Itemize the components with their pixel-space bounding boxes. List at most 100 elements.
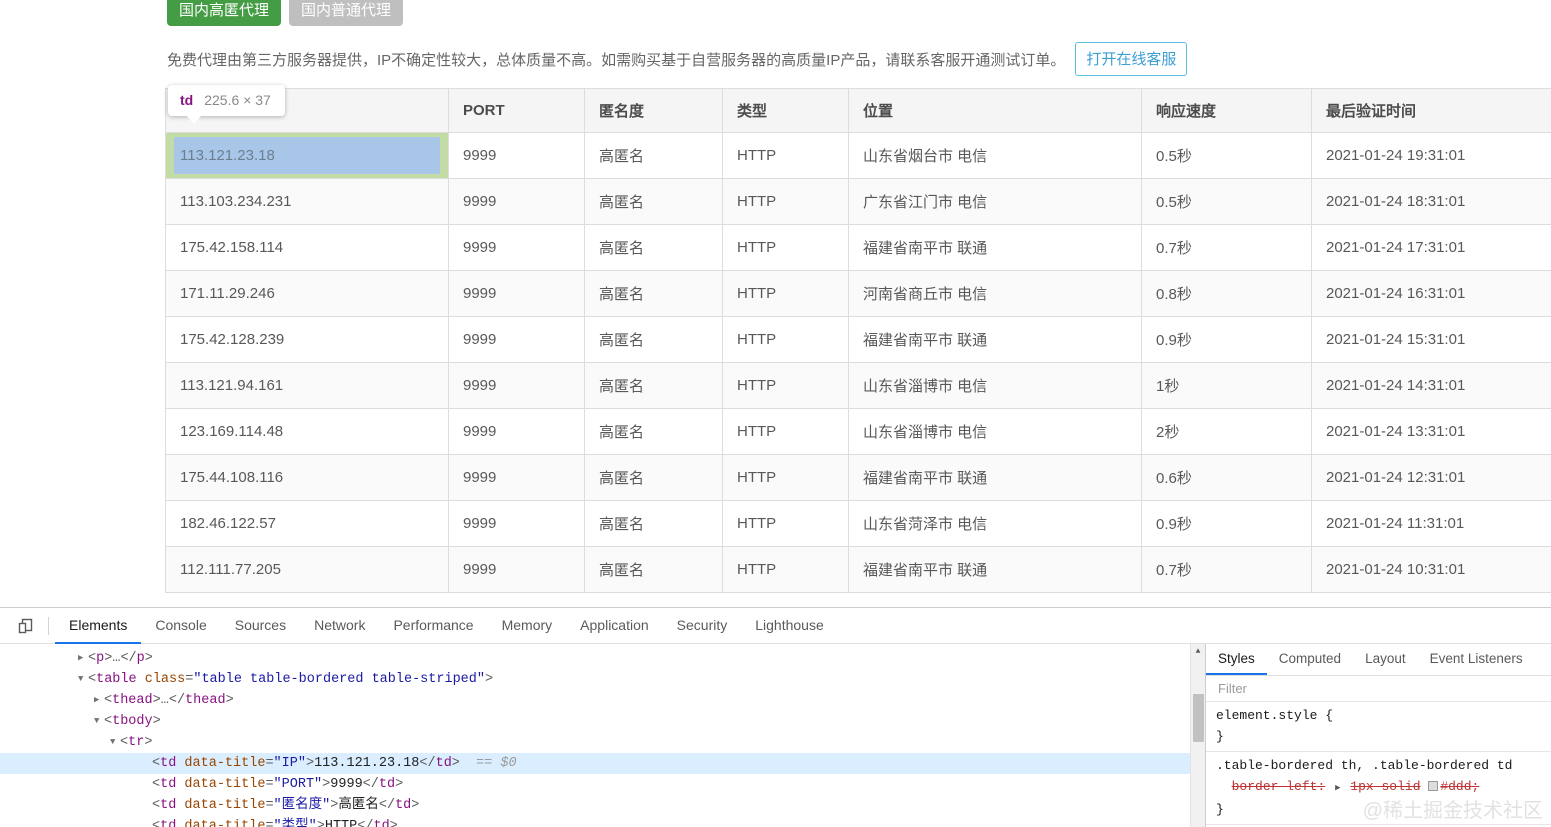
cell-port[interactable]: 9999 bbox=[448, 224, 585, 271]
cell-port[interactable]: 9999 bbox=[448, 408, 585, 455]
collapsed-triangle-icon[interactable]: ▶ bbox=[78, 648, 88, 669]
devtools-tab-sources[interactable]: Sources bbox=[221, 608, 300, 644]
cell-location[interactable]: 河南省商丘市 电信 bbox=[848, 270, 1142, 317]
cell-speed[interactable]: 0.7秒 bbox=[1141, 224, 1312, 271]
cell-verify-time[interactable]: 2021-01-24 16:31:01 bbox=[1311, 270, 1551, 317]
table-row[interactable]: 182.46.122.57 9999 高匿名 HTTP 山东省菏泽市 电信 0.9秒 202… bbox=[165, 500, 1551, 547]
cell-anonymity[interactable]: 高匿名 bbox=[584, 132, 723, 179]
styles-tab-computed[interactable]: Computed bbox=[1267, 644, 1353, 675]
table-row[interactable]: 175.42.158.114 9999 高匿名 HTTP 福建省南平市 联通 0.7秒 20… bbox=[165, 224, 1551, 271]
devtools-tab-memory[interactable]: Memory bbox=[488, 608, 567, 644]
cell-port[interactable]: 9999 bbox=[448, 178, 585, 225]
cell-anonymity[interactable]: 高匿名 bbox=[584, 408, 723, 455]
cell-type[interactable]: HTTP bbox=[722, 132, 849, 179]
cell-speed[interactable]: 0.6秒 bbox=[1141, 454, 1312, 501]
dom-tree-scrollbar[interactable]: ▲ bbox=[1190, 644, 1205, 827]
styles-tab-styles[interactable]: Styles bbox=[1206, 644, 1267, 675]
dom-tree-pane[interactable]: ▶ < p >… </p > ▼ < table class = "table table-bord… bbox=[0, 644, 1205, 827]
table-row[interactable]: 113.121.94.161 9999 高匿名 HTTP 山东省淄博市 电信 1秒 2021… bbox=[165, 362, 1551, 409]
cell-location[interactable]: 福建省南平市 联通 bbox=[848, 454, 1142, 501]
devtools-tab-elements[interactable]: Elements bbox=[55, 608, 142, 644]
cell-verify-time[interactable]: 2021-01-24 19:31:01 bbox=[1311, 132, 1551, 179]
cell-location[interactable]: 福建省南平市 联通 bbox=[848, 546, 1142, 593]
cell-verify-time[interactable]: 2021-01-24 12:31:01 bbox=[1311, 454, 1551, 501]
table-row[interactable]: 175.42.128.239 9999 高匿名 HTTP 福建省南平市 联通 0.9秒 20… bbox=[165, 316, 1551, 363]
collapsed-triangle-icon[interactable]: ▶ bbox=[94, 690, 104, 711]
devtools-tab-network[interactable]: Network bbox=[300, 608, 379, 644]
cell-location[interactable]: 山东省淄博市 电信 bbox=[848, 408, 1142, 455]
cell-port[interactable]: 9999 bbox=[448, 454, 585, 501]
cell-anonymity[interactable]: 高匿名 bbox=[584, 362, 723, 409]
device-toolbar-toggle-icon[interactable] bbox=[8, 612, 44, 640]
cell-location[interactable]: 山东省烟台市 电信 bbox=[848, 132, 1142, 179]
cell-type[interactable]: HTTP bbox=[722, 270, 849, 317]
scroll-up-arrow-icon[interactable]: ▲ bbox=[1191, 644, 1205, 659]
open-online-support-button[interactable]: 打开在线客服 bbox=[1075, 42, 1188, 76]
cell-port[interactable]: 9999 bbox=[448, 546, 585, 593]
table-row[interactable]: 113.103.234.231 9999 高匿名 HTTP 广东省江门市 电信 0.5秒 2… bbox=[165, 178, 1551, 225]
cell-ip[interactable]: 113.103.234.231 bbox=[165, 178, 449, 225]
cell-speed[interactable]: 1秒 bbox=[1141, 362, 1312, 409]
styles-tab-event-listeners[interactable]: Event Listeners bbox=[1418, 644, 1535, 675]
table-row[interactable]: 171.11.29.246 9999 高匿名 HTTP 河南省商丘市 电信 0.8秒 202… bbox=[165, 270, 1551, 317]
cell-type[interactable]: HTTP bbox=[722, 408, 849, 455]
cell-ip[interactable]: 175.42.158.114 bbox=[165, 224, 449, 271]
table-row[interactable]: 113.121.23.18 9999 高匿名 HTTP 山东省烟台市 电信 0.5秒 202… bbox=[165, 132, 1551, 179]
cell-ip[interactable]: 182.46.122.57 bbox=[165, 500, 449, 547]
dom-tree-line[interactable]: ▼ < table class = "table table-bordered tabl… bbox=[0, 669, 1205, 690]
cell-ip[interactable]: 113.121.94.161 bbox=[165, 362, 449, 409]
styles-tab-layout[interactable]: Layout bbox=[1353, 644, 1418, 675]
cell-type[interactable]: HTTP bbox=[722, 546, 849, 593]
devtools-tab-performance[interactable]: Performance bbox=[379, 608, 487, 644]
cell-ip[interactable]: 171.11.29.246 bbox=[165, 270, 449, 317]
dom-tree-line[interactable]: ▶ < p >… </p > bbox=[0, 648, 1205, 669]
cell-speed[interactable]: 0.9秒 bbox=[1141, 316, 1312, 363]
cell-type[interactable]: HTTP bbox=[722, 500, 849, 547]
cell-speed[interactable]: 0.7秒 bbox=[1141, 546, 1312, 593]
devtools-tab-lighthouse[interactable]: Lighthouse bbox=[741, 608, 838, 644]
dom-tree-line[interactable]: < td data-title = "PORT" >9999 </td > bbox=[0, 774, 1205, 795]
col-header-loc[interactable]: 位置 bbox=[848, 88, 1142, 133]
expanded-triangle-icon[interactable]: ▼ bbox=[110, 732, 120, 753]
cell-type[interactable]: HTTP bbox=[722, 178, 849, 225]
css-property-value[interactable]: 1px solid bbox=[1350, 779, 1420, 794]
cell-verify-time[interactable]: 2021-01-24 18:31:01 bbox=[1311, 178, 1551, 225]
cell-ip[interactable]: 112.111.77.205 bbox=[165, 546, 449, 593]
color-swatch-icon[interactable] bbox=[1428, 781, 1439, 791]
cell-anonymity[interactable]: 高匿名 bbox=[584, 546, 723, 593]
cell-speed[interactable]: 0.9秒 bbox=[1141, 500, 1312, 547]
scrollbar-thumb[interactable] bbox=[1193, 694, 1204, 742]
cell-location[interactable]: 山东省淄博市 电信 bbox=[848, 362, 1142, 409]
cell-verify-time[interactable]: 2021-01-24 11:31:01 bbox=[1311, 500, 1551, 547]
cell-anonymity[interactable]: 高匿名 bbox=[584, 316, 723, 363]
cell-speed[interactable]: 2秒 bbox=[1141, 408, 1312, 455]
dom-tree-line[interactable]: < td data-title = "匿名度" > 高匿名 </td > bbox=[0, 795, 1205, 816]
table-row[interactable]: 112.111.77.205 9999 高匿名 HTTP 福建省南平市 联通 0.7秒 20… bbox=[165, 546, 1551, 593]
cell-speed[interactable]: 0.5秒 bbox=[1141, 132, 1312, 179]
expanded-triangle-icon[interactable]: ▼ bbox=[78, 669, 88, 690]
devtools-tab-console[interactable]: Console bbox=[141, 608, 220, 644]
cell-location[interactable]: 福建省南平市 联通 bbox=[848, 224, 1142, 271]
cell-anonymity[interactable]: 高匿名 bbox=[584, 270, 723, 317]
cell-verify-time[interactable]: 2021-01-24 10:31:01 bbox=[1311, 546, 1551, 593]
cell-speed[interactable]: 0.5秒 bbox=[1141, 178, 1312, 225]
cell-location[interactable]: 山东省菏泽市 电信 bbox=[848, 500, 1142, 547]
cell-ip[interactable]: 123.169.114.48 bbox=[165, 408, 449, 455]
cell-type[interactable]: HTTP bbox=[722, 224, 849, 271]
cell-port[interactable]: 9999 bbox=[448, 500, 585, 547]
tab-putong-proxy[interactable]: 国内普通代理 bbox=[289, 0, 404, 26]
cell-verify-time[interactable]: 2021-01-24 17:31:01 bbox=[1311, 224, 1551, 271]
col-header-anon[interactable]: 匿名度 bbox=[584, 88, 723, 133]
col-header-time[interactable]: 最后验证时间 bbox=[1311, 88, 1551, 133]
col-header-port[interactable]: PORT bbox=[448, 88, 585, 133]
cell-verify-time[interactable]: 2021-01-24 13:31:01 bbox=[1311, 408, 1551, 455]
cell-verify-time[interactable]: 2021-01-24 15:31:01 bbox=[1311, 316, 1551, 363]
dom-tree-line[interactable]: < td data-title = "IP" >113.121.23.18 </td > =… bbox=[0, 753, 1205, 774]
cell-location[interactable]: 福建省南平市 联通 bbox=[848, 316, 1142, 363]
table-row[interactable]: 175.44.108.116 9999 高匿名 HTTP 福建省南平市 联通 0.6秒 20… bbox=[165, 454, 1551, 501]
expanded-triangle-icon[interactable]: ▼ bbox=[94, 711, 104, 732]
col-header-speed[interactable]: 响应速度 bbox=[1141, 88, 1312, 133]
table-bordered-rule-block[interactable]: .table-bordered th, .table-bordered td b… bbox=[1206, 752, 1551, 825]
styles-filter-row[interactable] bbox=[1206, 676, 1551, 702]
css-color-value[interactable]: #ddd bbox=[1440, 779, 1471, 794]
